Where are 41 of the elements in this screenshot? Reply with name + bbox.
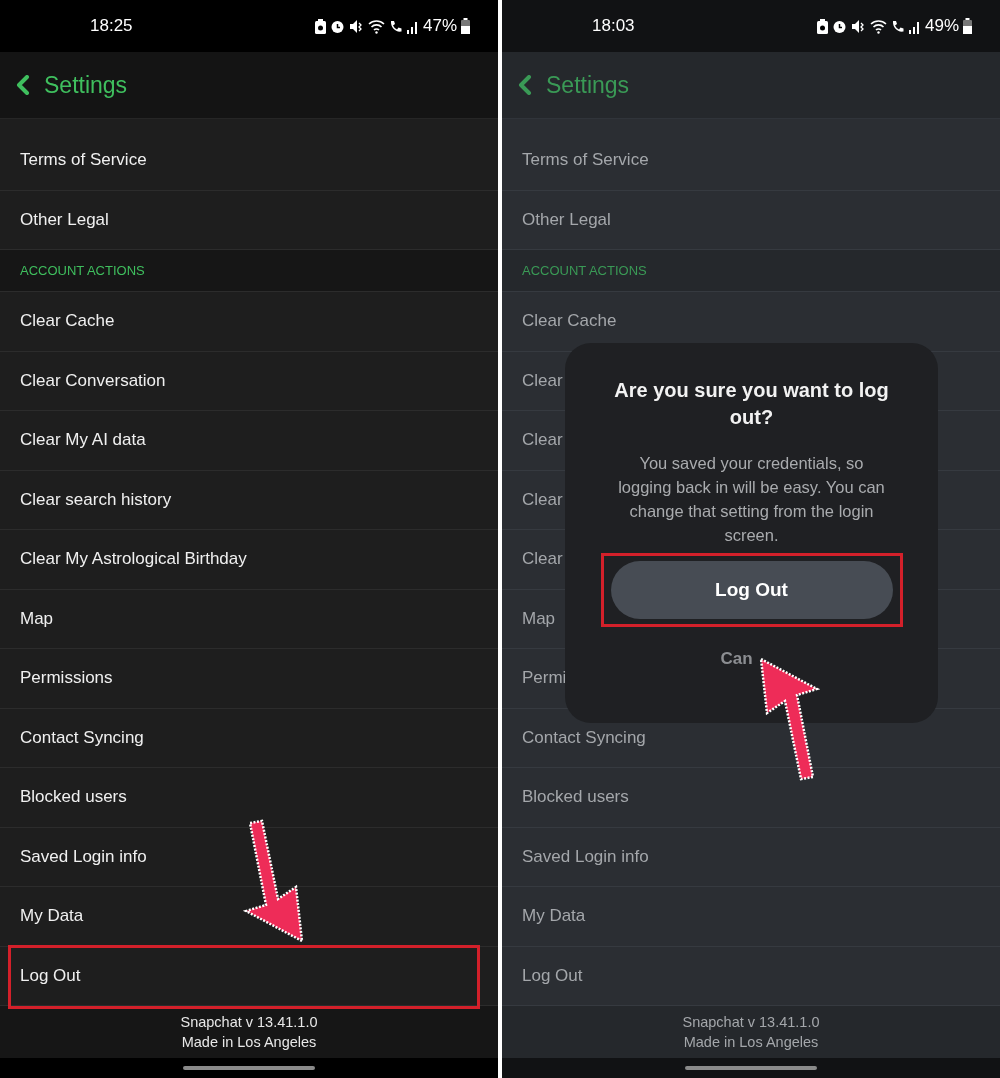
settings-item[interactable]: Clear My Astrological Birthday [0,530,498,590]
mute-icon [850,18,866,34]
battery-saver-icon [314,18,326,34]
dialog-message: You saved your credentials, so logging back in will be easy. You can change that setting from the login screen. [617,453,886,546]
status-time: 18:25 [90,16,133,36]
footer-text: Snapchat v 13.41.1.0 [180,1013,318,1032]
call-icon [388,18,403,34]
settings-item[interactable]: Saved Login info [502,827,1000,887]
section-heading: ACCOUNT ACTIONS [522,263,647,278]
footer-text: Made in Los Angeles [683,1033,819,1052]
settings-item[interactable]: Clear search history [0,470,498,530]
settings-item[interactable]: Map [0,589,498,649]
wifi-icon [367,18,385,34]
mute-icon [348,18,364,34]
dialog-title: Are you sure you want to log out? [613,378,890,430]
status-time: 18:03 [592,16,635,36]
back-icon[interactable] [518,75,532,95]
settings-item[interactable]: Terms of Service [0,131,498,191]
settings-item[interactable]: Clear Cache [0,292,498,352]
cancel-button[interactable]: Can [720,649,753,669]
settings-item[interactable]: Terms of Service [502,131,1000,191]
page-title: Settings [44,71,128,99]
back-icon[interactable] [16,75,30,95]
call-icon [890,18,905,34]
battery-icon [461,18,470,34]
section-heading: ACCOUNT ACTIONS [20,263,145,278]
footer-text: Made in Los Angeles [181,1033,317,1052]
log-out-button[interactable]: Log Out [610,561,893,619]
battery-saver-icon [816,18,828,34]
footer-text: Snapchat v 13.41.1.0 [682,1013,820,1032]
battery-level: 47% [422,16,457,36]
settings-item[interactable]: Clear My AI data [0,411,498,471]
settings-item[interactable]: Log Out [0,946,498,1006]
settings-item[interactable]: Clear Conversation [0,351,498,411]
page-title: Settings [546,71,630,99]
settings-item[interactable]: Contact Syncing [0,708,498,768]
wifi-icon [869,18,887,34]
settings-item[interactable]: My Data [502,887,1000,947]
battery-icon [963,18,972,34]
settings-item[interactable]: Permissions [0,649,498,709]
battery-level: 49% [924,16,959,36]
